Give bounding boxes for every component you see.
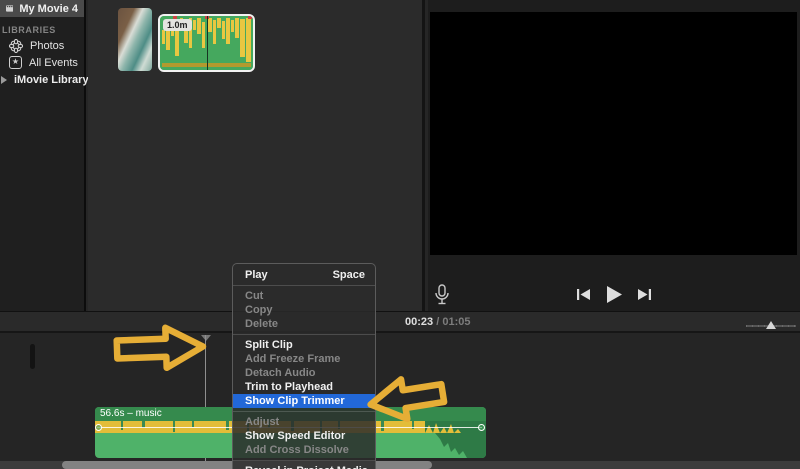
menu-item-label: Show Clip Trimmer: [245, 395, 345, 407]
skip-back-button[interactable]: [577, 288, 590, 301]
disclosure-triangle-icon[interactable]: [1, 75, 7, 84]
all-events-icon: ★: [9, 56, 22, 69]
timeline-insert-marker: [30, 344, 35, 369]
video-preview[interactable]: [430, 12, 797, 255]
menu-item-show-clip-trimmer[interactable]: Show Clip Trimmer: [233, 394, 375, 408]
sidebar-item-label: All Events: [29, 56, 78, 69]
menu-item-copy: Copy: [233, 303, 375, 317]
sidebar-item-photos[interactable]: Photos: [0, 37, 84, 54]
menu-item-label: Split Clip: [245, 339, 293, 351]
menu-item-label: Add Cross Dissolve: [245, 444, 349, 456]
menu-item-add-freeze-frame: Add Freeze Frame: [233, 352, 375, 366]
play-icon: [607, 286, 622, 303]
menu-separator: [233, 411, 375, 412]
skip-forward-button[interactable]: [638, 288, 651, 301]
libraries-header: LIBRARIES: [2, 25, 56, 35]
timeline-zoom-slider[interactable]: [746, 321, 796, 329]
sidebar-item-all-events[interactable]: ★ All Events: [0, 54, 84, 71]
sidebar-item-imovie-library[interactable]: iMovie Library: [0, 71, 89, 88]
timecode-total: 01:05: [442, 316, 471, 328]
play-button[interactable]: [606, 286, 622, 303]
menu-item-label: Play: [245, 269, 268, 281]
zoom-slider-thumb[interactable]: [766, 321, 776, 329]
volume-handle-right[interactable]: [478, 424, 485, 431]
menu-item-show-speed-editor[interactable]: Show Speed Editor: [233, 429, 375, 443]
annotation-arrow-right-icon: [113, 324, 207, 372]
menu-separator: [233, 460, 375, 461]
timeline-scrollbar-track[interactable]: [0, 461, 800, 469]
sidebar-item-my-movie[interactable]: My Movie 4: [0, 0, 84, 17]
menu-item-label: Add Freeze Frame: [245, 353, 341, 365]
volume-handle-left[interactable]: [95, 424, 102, 431]
menu-item-label: Trim to Playhead: [245, 381, 334, 393]
timecode-separator: /: [436, 316, 440, 328]
menu-item-shortcut: Space: [332, 269, 365, 281]
menu-item-label: Show Speed Editor: [245, 430, 346, 442]
menu-item-reveal-in-project-media[interactable]: Reveal in Project Media: [233, 464, 375, 469]
menu-item-adjust: Adjust: [233, 415, 375, 429]
menu-item-play[interactable]: Play Space: [233, 268, 375, 282]
clapperboard-icon: [6, 5, 14, 12]
menu-item-label: Reveal in Project Media: [245, 464, 368, 469]
sidebar: My Movie 4 LIBRARIES Photos ★ All Events…: [0, 0, 89, 311]
skip-forward-icon: [638, 289, 651, 300]
menu-item-cut: Cut: [233, 289, 375, 303]
clip-duration-badge: 1.0m: [163, 19, 192, 31]
menu-item-detach-audio: Detach Audio: [233, 366, 375, 380]
menu-item-label: Cut: [245, 290, 264, 302]
menu-item-trim-to-playhead[interactable]: Trim to Playhead: [233, 380, 375, 394]
menu-item-label: Copy: [245, 304, 273, 316]
thumbnail-playhead: [206, 16, 208, 70]
menu-item-delete: Delete: [233, 317, 375, 331]
project-title: My Movie 4: [19, 2, 78, 15]
menu-separator: [233, 285, 375, 286]
sidebar-item-label: iMovie Library: [14, 73, 89, 86]
menu-item-split-clip[interactable]: Split Clip: [233, 338, 375, 352]
menu-item-label: Detach Audio: [245, 367, 316, 379]
photo-thumbnail[interactable]: [118, 8, 152, 71]
menu-item-label: Adjust: [245, 416, 280, 428]
menu-item-label: Delete: [245, 318, 279, 330]
skip-back-icon: [577, 289, 590, 300]
annotation-arrow-left-icon: [367, 376, 448, 423]
timecode-current: 00:23: [405, 316, 434, 328]
imovie-window: My Movie 4 LIBRARIES Photos ★ All Events…: [0, 0, 800, 469]
photos-icon: [9, 38, 23, 53]
transport-controls: [428, 286, 800, 303]
viewer-panel: [428, 0, 800, 311]
audio-clip-thumbnail[interactable]: 1.0m: [158, 14, 255, 72]
menu-separator: [233, 334, 375, 335]
sidebar-item-label: Photos: [30, 39, 65, 52]
context-menu: Play Space Cut Copy Delete Split Clip Add Free…: [232, 263, 376, 469]
timecode: 00:23 / 01:05: [405, 316, 470, 328]
clip-label: 56.6s – music: [100, 408, 162, 419]
menu-item-add-cross-dissolve: Add Cross Dissolve: [233, 443, 375, 457]
